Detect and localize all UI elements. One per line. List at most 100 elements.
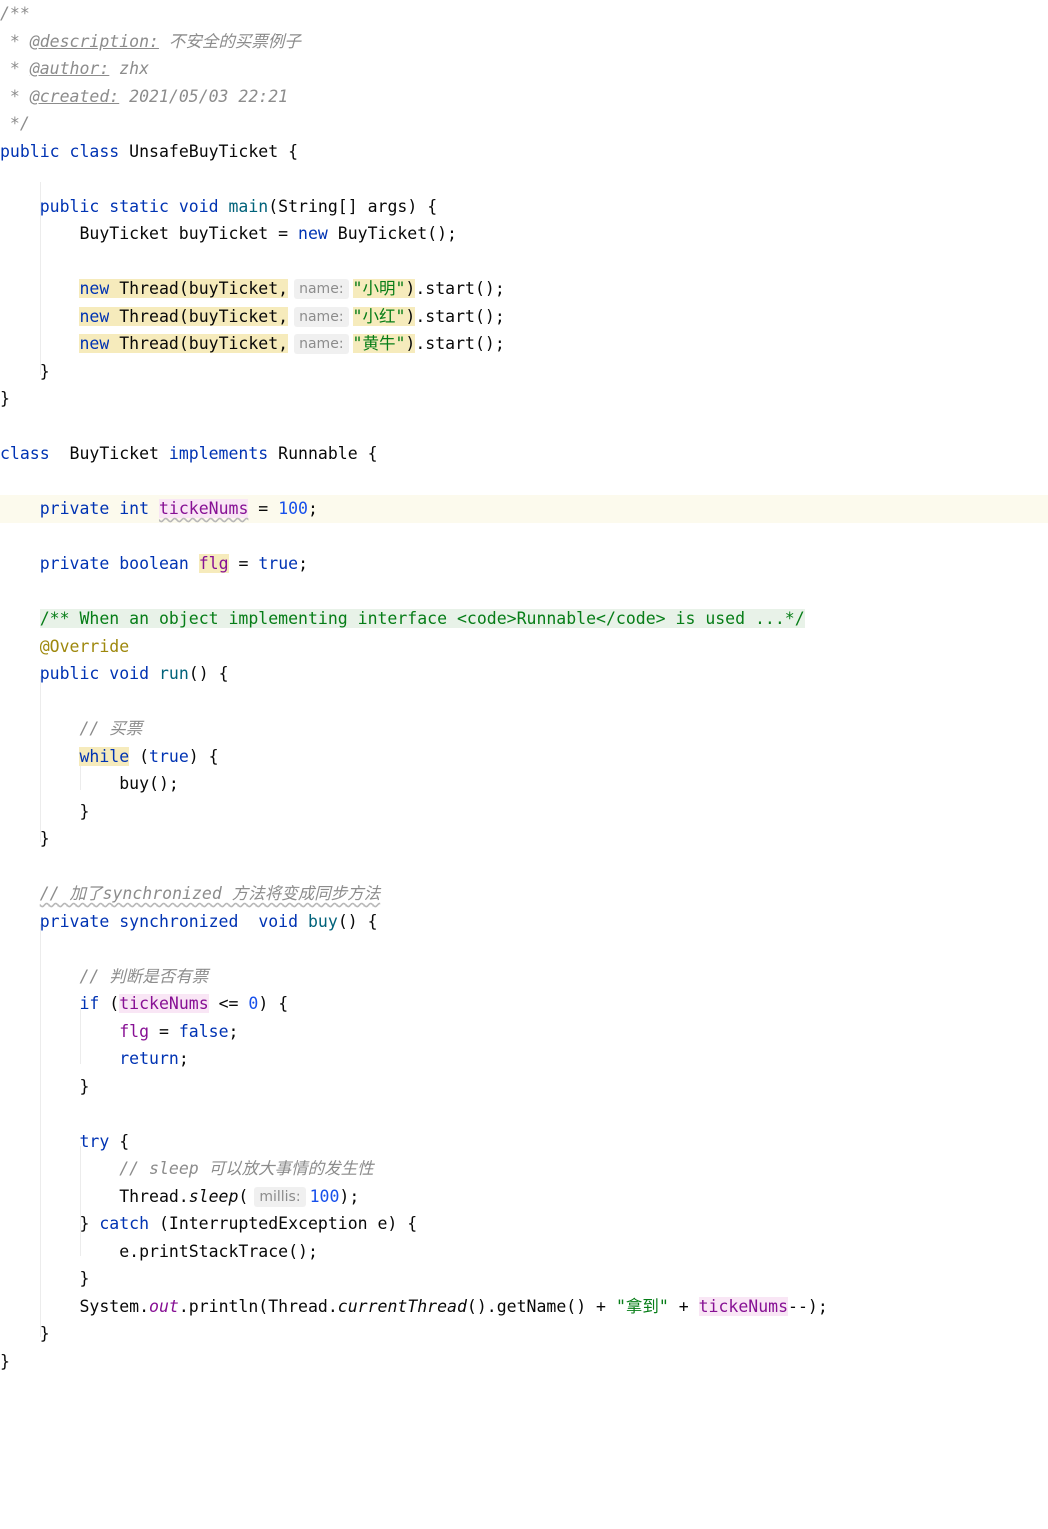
code-token: = <box>248 499 279 518</box>
code-line[interactable]: } <box>0 1320 1048 1348</box>
code-line[interactable] <box>0 468 1048 496</box>
code-line[interactable] <box>0 523 1048 551</box>
code-line[interactable]: new Thread(buyTicket, name: "黄牛").start(); <box>0 330 1048 358</box>
code-line[interactable]: private boolean flg = true; <box>0 550 1048 578</box>
code-token: class <box>0 444 50 463</box>
code-line[interactable] <box>0 853 1048 881</box>
code-line[interactable]: @Override <box>0 633 1048 661</box>
code-token: "小红" <box>352 306 406 326</box>
code-line[interactable]: return; <box>0 1045 1048 1073</box>
code-line[interactable]: private synchronized void buy() { <box>0 908 1048 936</box>
code-line[interactable]: // 判断是否有票 <box>0 963 1048 991</box>
code-token: Thread. <box>0 1186 189 1206</box>
code-token: * <box>0 59 30 78</box>
code-line[interactable]: public class UnsafeBuyTicket { <box>0 138 1048 166</box>
code-line[interactable] <box>0 1100 1048 1128</box>
code-token: try <box>79 1131 110 1151</box>
code-line[interactable] <box>0 413 1048 441</box>
code-line[interactable]: */ <box>0 110 1048 138</box>
code-line[interactable]: } <box>0 358 1048 386</box>
code-token: = <box>228 554 259 573</box>
code-token: } <box>0 1324 50 1343</box>
code-line[interactable]: // 买票 <box>0 715 1048 743</box>
code-token: .start(); <box>415 306 505 326</box>
code-token: run <box>158 664 189 683</box>
code-line[interactable]: if (tickeNums <= 0) { <box>0 990 1048 1018</box>
code-line[interactable]: } <box>0 385 1048 413</box>
code-line[interactable] <box>0 578 1048 606</box>
code-line[interactable]: * @description: 不安全的买票例子 <box>0 28 1048 56</box>
code-token: /** When an object implementing interfac… <box>39 609 805 628</box>
code-line[interactable] <box>0 165 1048 193</box>
code-token: catch <box>99 1214 150 1233</box>
code-token: } <box>0 389 10 408</box>
code-token: .start(); <box>415 279 505 298</box>
code-line[interactable]: while (true) { <box>0 743 1048 771</box>
code-token: ) { <box>258 994 289 1013</box>
code-token: () { <box>188 664 229 683</box>
code-token: buy <box>308 911 338 931</box>
code-line[interactable]: flg = false; <box>0 1018 1048 1046</box>
code-token: tickeNums <box>698 1296 789 1316</box>
code-line[interactable]: * @author: zhx <box>0 55 1048 83</box>
code-token: <= <box>208 994 249 1013</box>
code-token: tickeNums <box>119 994 209 1013</box>
code-token: "拿到" <box>615 1296 669 1316</box>
code-line[interactable]: } <box>0 1073 1048 1101</box>
code-token: = <box>149 1021 179 1041</box>
code-line[interactable]: } <box>0 825 1048 853</box>
code-token: false <box>178 1021 229 1041</box>
code-line[interactable]: public static void main(String[] args) { <box>0 193 1048 221</box>
code-editor[interactable]: /** * @description: 不安全的买票例子 * @author: … <box>0 0 1048 1529</box>
code-line[interactable]: } <box>0 1265 1048 1293</box>
code-token: private synchronized <box>39 911 239 931</box>
code-token: ; <box>298 554 309 573</box>
code-line[interactable]: try { <box>0 1128 1048 1156</box>
code-token: { <box>109 1131 130 1151</box>
code-line[interactable]: new Thread(buyTicket, name: "小红").start(); <box>0 303 1048 331</box>
code-line[interactable]: } catch (InterruptedException e) { <box>0 1210 1048 1238</box>
code-line[interactable]: new Thread(buyTicket, name: "小明").start(); <box>0 275 1048 303</box>
code-line[interactable]: BuyTicket buyTicket = new BuyTicket(); <box>0 220 1048 248</box>
code-line[interactable]: } <box>0 1348 1048 1376</box>
code-token: ); <box>339 1186 360 1206</box>
code-token: } <box>0 361 50 381</box>
code-line[interactable]: // sleep 可以放大事情的发生性 <box>0 1155 1048 1183</box>
code-line[interactable]: public void run() { <box>0 660 1048 688</box>
code-token: sleep <box>188 1186 239 1206</box>
code-line[interactable]: // 加了synchronized 方法将变成同步方法 <box>0 880 1048 908</box>
code-token: ) <box>405 334 416 353</box>
code-line[interactable] <box>0 248 1048 276</box>
code-line[interactable]: private int tickeNums = 100; <box>0 495 1048 523</box>
code-line[interactable]: /** When an object implementing interfac… <box>0 605 1048 633</box>
code-token: while <box>79 746 130 766</box>
code-line[interactable]: class BuyTicket implements Runnable { <box>0 440 1048 468</box>
code-token: "黄牛" <box>352 334 406 353</box>
code-token: main <box>228 196 269 216</box>
code-line[interactable]: * @created: 2021/05/03 22:21 <box>0 83 1048 111</box>
code-token: @created: <box>29 86 120 106</box>
code-line[interactable] <box>0 935 1048 963</box>
code-token: ) { <box>188 746 219 766</box>
code-line[interactable]: System.out.println(Thread.currentThread(… <box>0 1293 1048 1321</box>
code-line[interactable]: buy(); <box>0 770 1048 798</box>
code-line[interactable]: e.printStackTrace(); <box>0 1238 1048 1266</box>
code-line[interactable]: Thread.sleep(millis: 100); <box>0 1183 1048 1211</box>
code-token: new <box>79 279 110 298</box>
code-line[interactable]: /** <box>0 0 1048 28</box>
code-token: new <box>79 334 110 353</box>
code-token: * <box>0 86 30 106</box>
code-token: buy(); <box>0 774 179 793</box>
code-line[interactable]: } <box>0 798 1048 826</box>
code-line[interactable] <box>0 688 1048 716</box>
